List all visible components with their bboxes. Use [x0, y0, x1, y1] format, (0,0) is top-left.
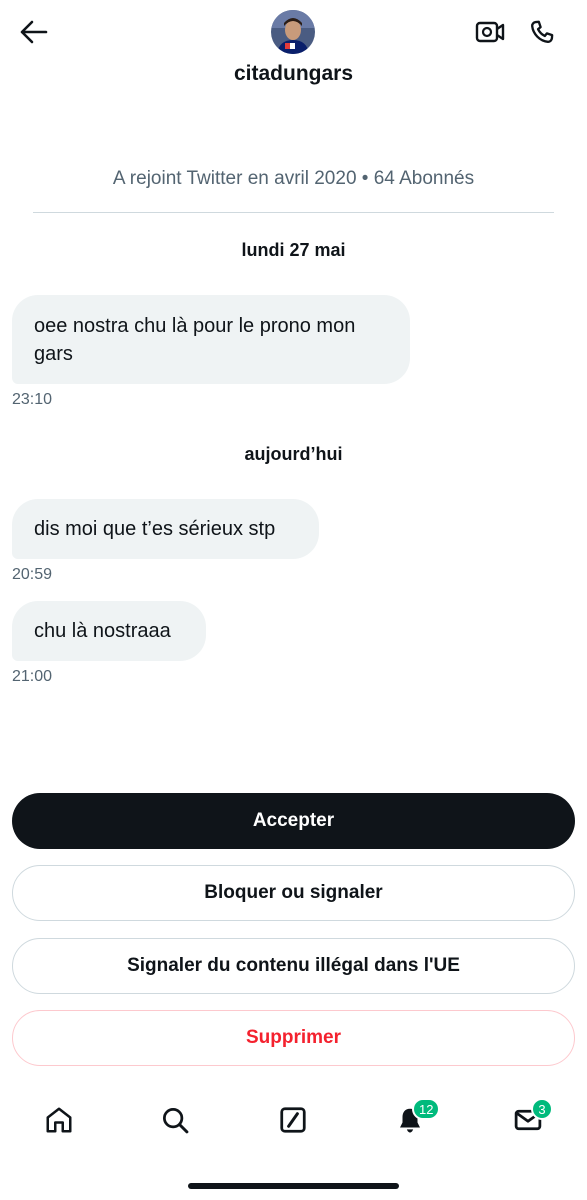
- conversation-username[interactable]: citadungars: [0, 62, 587, 86]
- accept-button[interactable]: Accepter: [12, 793, 575, 849]
- nav-search[interactable]: [153, 1098, 197, 1142]
- message-timestamp: 20:59: [12, 566, 53, 583]
- message-bubble[interactable]: dis moi que t’es sérieux stp: [12, 499, 319, 559]
- message-text: chu là nostraaa: [34, 620, 171, 642]
- back-button[interactable]: [14, 14, 54, 50]
- home-icon: [46, 1107, 72, 1133]
- video-call-button[interactable]: [470, 12, 510, 52]
- message-bubble[interactable]: oee nostra chu là pour le prono mon gars: [12, 295, 410, 384]
- avatar[interactable]: [271, 10, 315, 54]
- arrow-left-icon: [20, 20, 48, 44]
- message-text: oee nostra chu là pour le prono mon gars: [34, 314, 356, 365]
- profile-join-info: A rejoint Twitter en avril 2020 • 64 Abo…: [112, 168, 475, 189]
- delete-button[interactable]: Supprimer: [12, 1010, 575, 1066]
- messages-badge: 3: [531, 1098, 553, 1120]
- divider: [33, 212, 554, 213]
- notifications-badge: 12: [412, 1098, 441, 1120]
- date-separator: aujourd’hui: [244, 444, 343, 464]
- conversation-header: citadungars: [0, 0, 587, 100]
- home-indicator[interactable]: [188, 1183, 399, 1189]
- message-bubble[interactable]: chu là nostraaa: [12, 601, 206, 661]
- grok-icon: [280, 1107, 306, 1133]
- message-timestamp: 21:00: [12, 668, 53, 685]
- nav-home[interactable]: [37, 1098, 81, 1142]
- audio-call-button[interactable]: [522, 12, 562, 52]
- report-illegal-content-button[interactable]: Signaler du contenu illégal dans l'UE: [12, 938, 575, 994]
- phone-icon: [531, 20, 554, 43]
- block-report-button[interactable]: Bloquer ou signaler: [12, 865, 575, 921]
- search-icon: [163, 1108, 189, 1134]
- nav-grok[interactable]: [271, 1098, 315, 1142]
- date-separator: lundi 27 mai: [241, 240, 346, 260]
- message-timestamp: 23:10: [12, 391, 53, 408]
- video-camera-icon: [475, 21, 505, 43]
- message-text: dis moi que t’es sérieux stp: [34, 518, 276, 540]
